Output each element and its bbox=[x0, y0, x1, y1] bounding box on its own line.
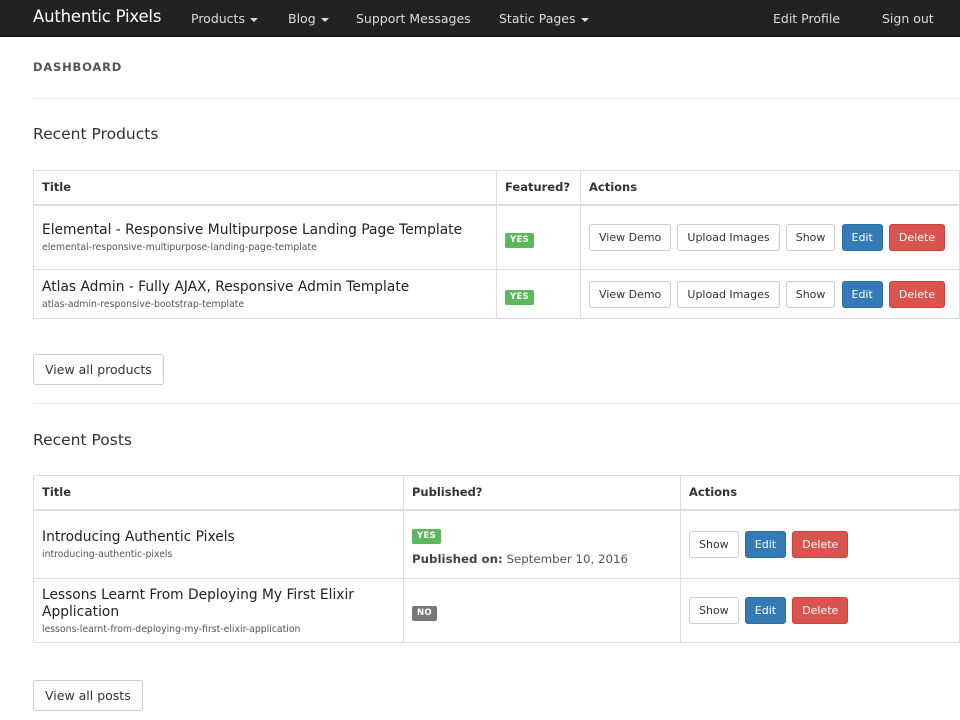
product-actions-cell: View Demo Upload Images Show Edit Delete bbox=[580, 204, 960, 270]
view-demo-button[interactable]: View Demo bbox=[589, 223, 672, 251]
table-header-row: Title Featured? Actions bbox=[33, 170, 960, 206]
product-title: Elemental - Responsive Multipurpose Land… bbox=[42, 221, 463, 238]
product-title-cell: Atlas Admin - Fully AJAX, Responsive Adm… bbox=[33, 269, 497, 319]
edit-button[interactable]: Edit bbox=[744, 597, 787, 624]
nav-products-label: Products bbox=[191, 11, 245, 26]
product-title: Atlas Admin - Fully AJAX, Responsive Adm… bbox=[42, 278, 410, 295]
recent-products-heading: Recent Products bbox=[33, 125, 159, 143]
upload-images-button[interactable]: Upload Images bbox=[677, 280, 780, 308]
product-featured-cell: YES bbox=[496, 204, 581, 270]
column-header-actions: Actions bbox=[580, 170, 960, 206]
post-actions-cell: Show Edit Delete bbox=[680, 509, 960, 579]
show-button[interactable]: Show bbox=[785, 223, 836, 251]
page-title: DASHBOARD bbox=[33, 60, 123, 74]
nav-sign-out[interactable]: Sign out bbox=[882, 11, 934, 26]
show-button[interactable]: Show bbox=[689, 530, 739, 558]
table-row: Atlas Admin - Fully AJAX, Responsive Adm… bbox=[33, 269, 960, 319]
caret-down-icon bbox=[249, 17, 258, 22]
caret-down-icon bbox=[580, 17, 589, 22]
nav-products-dropdown[interactable]: Products bbox=[191, 11, 258, 26]
nav-blog-label: Blog bbox=[288, 11, 316, 26]
post-title-cell: Introducing Authentic Pixels introducing… bbox=[33, 509, 404, 579]
recent-posts-heading: Recent Posts bbox=[33, 431, 133, 449]
post-title: Lessons Learnt From Deploying My First E… bbox=[42, 586, 354, 620]
show-button[interactable]: Show bbox=[689, 597, 739, 624]
edit-button[interactable]: Edit bbox=[841, 280, 883, 308]
nav-static-pages-dropdown[interactable]: Static Pages bbox=[499, 11, 589, 26]
column-header-title: Title bbox=[33, 475, 404, 511]
view-all-products-button[interactable]: View all products bbox=[33, 354, 164, 385]
column-header-published: Published? bbox=[403, 475, 681, 511]
post-title: Introducing Authentic Pixels bbox=[42, 528, 235, 545]
published-on-date: September 10, 2016 bbox=[506, 551, 629, 566]
caret-down-icon bbox=[320, 17, 329, 22]
post-slug: lessons-learnt-from-deploying-my-first-e… bbox=[42, 623, 301, 635]
nav-blog-dropdown[interactable]: Blog bbox=[288, 11, 329, 26]
column-header-title: Title bbox=[33, 170, 497, 206]
view-all-posts-button[interactable]: View all posts bbox=[33, 680, 143, 711]
column-header-featured: Featured? bbox=[496, 170, 581, 206]
table-row: Introducing Authentic Pixels introducing… bbox=[33, 509, 960, 579]
divider bbox=[33, 98, 960, 99]
show-button[interactable]: Show bbox=[785, 280, 836, 308]
nav-edit-profile[interactable]: Edit Profile bbox=[773, 11, 840, 26]
product-actions-cell: View Demo Upload Images Show Edit Delete bbox=[580, 269, 960, 319]
nav-support-messages[interactable]: Support Messages bbox=[356, 11, 471, 26]
delete-button[interactable]: Delete bbox=[792, 597, 849, 624]
column-header-actions: Actions bbox=[680, 475, 960, 511]
published-badge: NO bbox=[412, 606, 437, 621]
published-on-text: Published on: September 10, 2016 bbox=[412, 552, 672, 566]
featured-badge: YES bbox=[505, 289, 534, 305]
product-title-cell: Elemental - Responsive Multipurpose Land… bbox=[33, 204, 497, 270]
published-badge: YES bbox=[412, 528, 441, 544]
post-title-cell: Lessons Learnt From Deploying My First E… bbox=[33, 578, 404, 643]
table-row: Elemental - Responsive Multipurpose Land… bbox=[33, 204, 960, 270]
products-table: Title Featured? Actions Elemental - Resp… bbox=[33, 170, 960, 319]
table-header-row: Title Published? Actions bbox=[33, 475, 960, 511]
featured-badge: YES bbox=[505, 232, 534, 248]
post-published-cell: YES Published on: September 10, 2016 bbox=[403, 509, 681, 579]
upload-images-button[interactable]: Upload Images bbox=[677, 223, 780, 251]
delete-button[interactable]: Delete bbox=[888, 280, 946, 308]
product-slug: elemental-responsive-multipurpose-landin… bbox=[42, 241, 317, 253]
product-featured-cell: YES bbox=[496, 269, 581, 319]
published-on-label: Published on: bbox=[412, 551, 503, 566]
delete-button[interactable]: Delete bbox=[888, 223, 946, 251]
post-published-cell: NO bbox=[403, 578, 681, 643]
edit-button[interactable]: Edit bbox=[841, 223, 883, 251]
post-actions-cell: Show Edit Delete bbox=[680, 578, 960, 643]
post-slug: introducing-authentic-pixels bbox=[42, 548, 173, 560]
divider bbox=[33, 403, 960, 404]
brand-link[interactable]: Authentic Pixels bbox=[33, 7, 161, 26]
table-row: Lessons Learnt From Deploying My First E… bbox=[33, 578, 960, 643]
nav-static-pages-label: Static Pages bbox=[499, 11, 576, 26]
product-slug: atlas-admin-responsive-bootstrap-templat… bbox=[42, 298, 245, 310]
delete-button[interactable]: Delete bbox=[792, 530, 849, 558]
view-demo-button[interactable]: View Demo bbox=[589, 280, 672, 308]
edit-button[interactable]: Edit bbox=[744, 530, 787, 558]
posts-table: Title Published? Actions Introducing Aut… bbox=[33, 475, 960, 643]
top-navbar: Authentic Pixels Products Blog Support M… bbox=[0, 0, 960, 37]
